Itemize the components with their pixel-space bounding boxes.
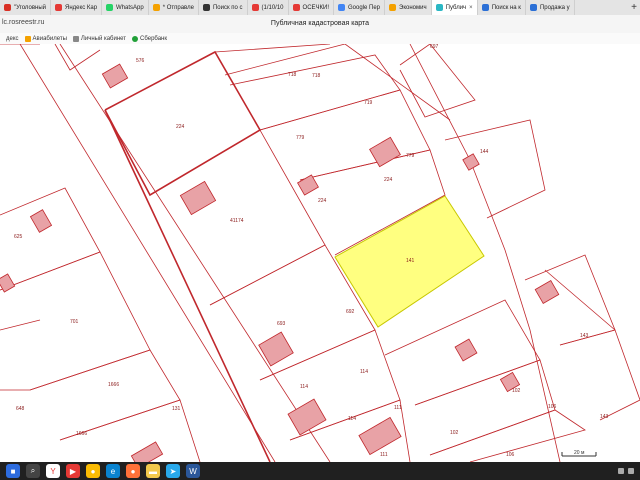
tab-bar: "Уголовный Яндекс Кар WhatsApp * Отправле По…: [0, 0, 640, 16]
parcel-number: 718: [288, 72, 297, 78]
tab-favicon-icon: [529, 4, 537, 11]
tab-label: * Отправле: [162, 4, 194, 11]
tab-label: Поиск на к: [491, 4, 521, 11]
sber-icon: [132, 35, 139, 42]
parcel-number: 114: [360, 369, 368, 375]
close-icon[interactable]: ×: [469, 5, 473, 11]
parcel-number: 143: [580, 333, 589, 339]
tab-label: Google Пер: [348, 4, 381, 11]
scale-bar: 20 м: [561, 450, 597, 457]
parcel-number: 102: [512, 388, 521, 394]
app-icon[interactable]: ▶: [66, 464, 80, 478]
tab-favicon-icon: [55, 4, 63, 11]
cadastral-map[interactable]: 576 718 697 718 224 719 779 224 144 41174 224 625 70…: [0, 44, 640, 462]
word-icon[interactable]: W: [186, 464, 200, 478]
tab-label: "Уголовный: [14, 4, 47, 11]
plane-icon: [24, 35, 31, 42]
yandex-icon[interactable]: Y: [46, 464, 60, 478]
tab-6[interactable]: ОСЕЧКИ!: [289, 0, 335, 15]
parcel-number: 141: [406, 258, 415, 264]
parcel-number: 102: [450, 430, 459, 436]
address-bar[interactable]: lc.rosreestr.ru Публичная кадастровая ка…: [0, 15, 640, 34]
edge-icon[interactable]: e: [106, 464, 120, 478]
parcel-labels: 576 718 697 718 224 719 779 224 144 41174 224 625 70…: [14, 44, 609, 458]
tab-2[interactable]: WhatsApp: [102, 0, 149, 15]
bank-icon: [72, 35, 79, 42]
system-tray: [614, 468, 634, 474]
tab-label: ОСЕЧКИ!: [302, 4, 330, 11]
map-canvas[interactable]: 576 718 697 718 224 719 779 224 144 41174 224 625 70…: [0, 44, 640, 462]
page-title: Публичная кадастровая карта: [270, 20, 370, 27]
taskbar: ■ ⌕ Y ▶ ● e ● ▬ ➤ W: [0, 462, 640, 480]
tab-favicon-icon: [389, 4, 397, 11]
files-icon[interactable]: ▬: [146, 464, 160, 478]
parcel-number: 697: [430, 44, 439, 50]
parcel-number: 718: [312, 73, 321, 79]
firefox-icon[interactable]: ●: [126, 464, 140, 478]
tab-favicon-icon: [481, 4, 489, 11]
parcel-number: 111: [380, 452, 388, 458]
tab-label: Поиск по с: [212, 4, 243, 11]
parcel-number: 779: [296, 135, 305, 141]
parcel-number: 701: [70, 319, 79, 325]
parcel-number: 106: [506, 452, 515, 458]
chrome-icon[interactable]: ●: [86, 464, 100, 478]
tab-label: Яндекс Кар: [65, 4, 98, 11]
bookmark-item[interactable]: декс: [6, 36, 19, 42]
parcel-boundaries: [0, 44, 640, 462]
parcel-number: 114: [300, 384, 308, 390]
tab-3[interactable]: * Отправле: [149, 0, 199, 15]
parcel-number: 719: [364, 100, 373, 106]
tab-8[interactable]: Экономич: [385, 0, 432, 15]
tab-9[interactable]: Публич ×: [431, 0, 478, 15]
tab-11[interactable]: Продажа у: [526, 0, 575, 15]
parcel-number: 648: [16, 406, 25, 412]
parcel-number: 576: [136, 58, 145, 64]
parcel-number: 625: [14, 234, 23, 240]
tab-favicon-icon: [152, 4, 160, 11]
tab-favicon-icon: [106, 4, 114, 11]
tab-5[interactable]: (1/10/10: [248, 0, 289, 15]
tab-0[interactable]: "Уголовный: [0, 0, 52, 15]
scale-label: 20 м: [574, 450, 585, 456]
parcel-number: 224: [384, 177, 393, 183]
parcel-number: 693: [277, 321, 286, 327]
tab-7[interactable]: Google Пер: [334, 0, 386, 15]
parcel-number: 224: [176, 124, 185, 130]
parcel-number: 111: [394, 405, 402, 411]
tab-label: Публич: [445, 4, 467, 11]
tab-10[interactable]: Поиск на к: [478, 0, 526, 15]
telegram-icon[interactable]: ➤: [166, 464, 180, 478]
parcel-number: 41174: [230, 218, 244, 224]
search-icon[interactable]: ⌕: [26, 464, 40, 478]
bookmark-avia[interactable]: Авиабилеты: [24, 35, 67, 42]
tab-favicon-icon: [292, 4, 300, 11]
bookmark-sber[interactable]: Сбербанк: [132, 35, 167, 42]
parcel-number: 692: [346, 309, 355, 315]
start-icon[interactable]: ■: [6, 464, 20, 478]
parcel-number: 144: [480, 149, 489, 155]
tab-favicon-icon: [202, 4, 210, 11]
parcel-number: 143: [600, 414, 609, 420]
tab-label: WhatsApp: [116, 4, 144, 11]
parcel-number: 106: [548, 404, 557, 410]
tab-favicon-icon: [338, 4, 346, 11]
parcel-number: 1666: [76, 431, 87, 437]
buildings: [0, 63, 560, 462]
parcel-number: 131: [172, 406, 181, 412]
new-tab-button[interactable]: +: [628, 2, 640, 14]
tab-label: Продажа у: [539, 4, 570, 11]
tab-favicon-icon: [4, 4, 11, 11]
tab-4[interactable]: Поиск по с: [199, 0, 248, 15]
parcel-number: 1666: [108, 382, 119, 388]
tab-1[interactable]: Яндекс Кар: [51, 0, 103, 15]
bookmark-cabinet[interactable]: Личный кабинет: [72, 35, 126, 42]
parcel-number: 224: [318, 198, 327, 204]
parcel-number: 114: [348, 416, 356, 422]
tab-label: Экономич: [399, 4, 427, 11]
tab-favicon-icon: [435, 4, 443, 11]
tab-favicon-icon: [251, 4, 259, 11]
tab-label: (1/10/10: [261, 4, 284, 11]
parcel-number: 779: [406, 153, 415, 159]
